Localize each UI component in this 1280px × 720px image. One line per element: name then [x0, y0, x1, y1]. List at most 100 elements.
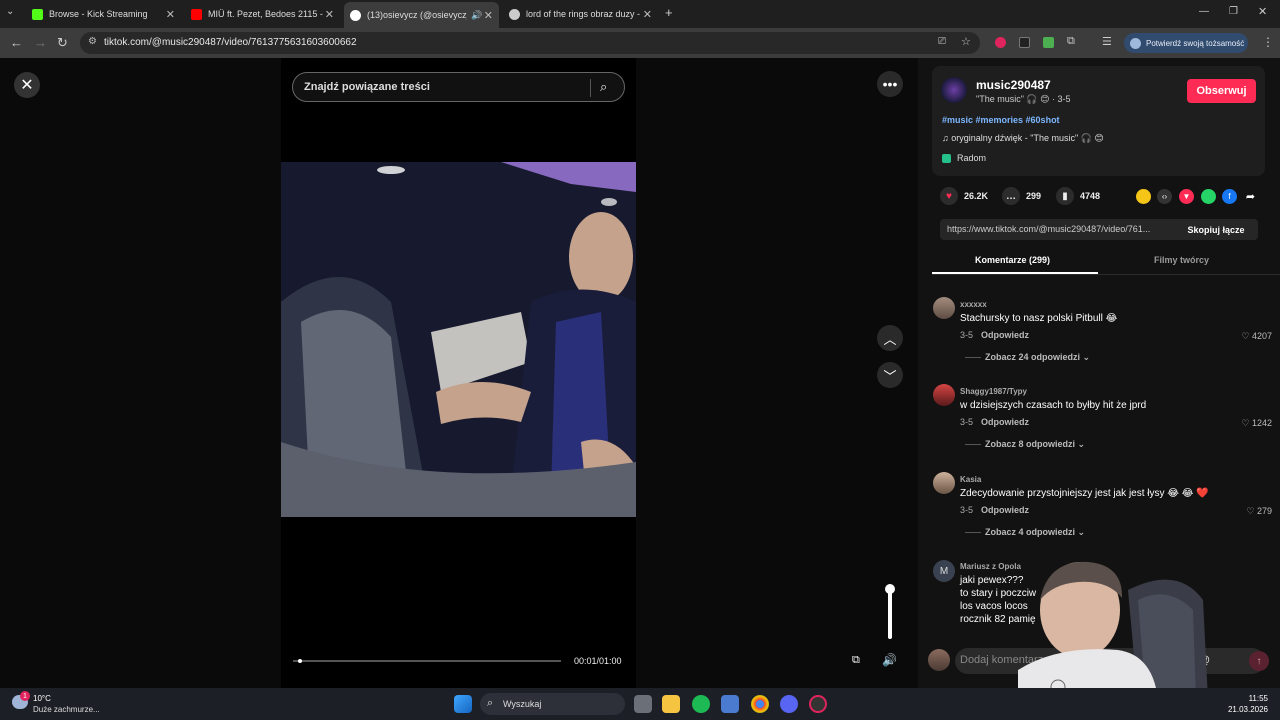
- coin-share-icon[interactable]: [1136, 189, 1151, 204]
- chevron-down-icon[interactable]: ﹀: [877, 362, 903, 388]
- webcam-overlay: [1018, 560, 1218, 700]
- extension-icon[interactable]: [995, 37, 1006, 48]
- reply-button[interactable]: Odpowiedz: [981, 417, 1029, 427]
- facebook-icon[interactable]: f: [1222, 189, 1237, 204]
- comment-avatar[interactable]: [933, 472, 955, 494]
- share-url[interactable]: https://www.tiktok.com/@music290487/vide…: [947, 224, 1172, 234]
- video-frame[interactable]: [281, 162, 636, 517]
- creator-username[interactable]: music290487: [976, 78, 1051, 92]
- comment-avatar[interactable]: [933, 384, 955, 406]
- follow-button[interactable]: Obserwuj: [1187, 79, 1256, 103]
- extension-icon[interactable]: [1043, 37, 1054, 48]
- save-button[interactable]: ▮ 4748: [1056, 187, 1100, 205]
- hashtags[interactable]: #music #memories #60shot: [942, 115, 1060, 125]
- repost-icon[interactable]: ▼: [1179, 189, 1194, 204]
- clock-date[interactable]: 21.03.2026: [1226, 705, 1268, 714]
- comment-button[interactable]: … 299: [1002, 187, 1041, 205]
- google-icon: [509, 8, 520, 20]
- clock-time[interactable]: 11:55: [1240, 694, 1268, 703]
- tab-youtube[interactable]: MIÜ ft. Pezet, Bedoes 2115 - far ✕: [185, 4, 340, 24]
- taskbar-search[interactable]: [480, 693, 625, 715]
- tab-search[interactable]: lord of the rings obraz duzy - S ✕: [503, 4, 658, 24]
- view-replies-button[interactable]: Zobacz 8 odpowiedzi ⌄: [965, 439, 1085, 450]
- maximize-icon[interactable]: ❐: [1229, 6, 1238, 17]
- comment-avatar[interactable]: [933, 297, 955, 319]
- pip-icon[interactable]: ⧉: [852, 654, 860, 667]
- reading-list-icon[interactable]: ☰: [1102, 35, 1112, 48]
- my-avatar[interactable]: [928, 649, 950, 671]
- send-icon[interactable]: ↑: [1249, 651, 1269, 671]
- volume-knob[interactable]: [885, 584, 895, 594]
- extensions-puzzle-icon[interactable]: ⧉: [1067, 35, 1075, 48]
- app-icon[interactable]: [809, 695, 827, 713]
- url-field[interactable]: ⚙ tiktok.com/@music290487/video/76137756…: [80, 32, 980, 54]
- search-icon: ⌕: [487, 697, 494, 709]
- tab-tiktok[interactable]: (13)osievycz (@osievycz_) | 🔊 ✕: [344, 2, 499, 28]
- like-button[interactable]: ♥ 26.2K: [940, 187, 988, 205]
- tab-comments[interactable]: Komentarze (299): [975, 255, 1050, 265]
- tab-list-icon[interactable]: ⌄: [6, 6, 14, 17]
- comment-username[interactable]: Mariusz z Opola: [960, 562, 1021, 571]
- location[interactable]: Radom: [942, 153, 986, 163]
- comment-meta: 3-5 Odpowiedz: [960, 330, 1029, 340]
- comment-like[interactable]: ♡ 4207: [1212, 331, 1272, 342]
- close-tab-icon[interactable]: ✕: [484, 9, 493, 22]
- share-arrow-icon[interactable]: ➦: [1243, 189, 1258, 204]
- comment-username[interactable]: Shaggy1987/Typy: [960, 387, 1027, 396]
- comment-username[interactable]: Kasia: [960, 475, 981, 484]
- reply-button[interactable]: Odpowiedz: [981, 505, 1029, 515]
- reload-icon[interactable]: ↻: [57, 35, 68, 51]
- view-replies-button[interactable]: Zobacz 24 odpowiedzi ⌄: [965, 352, 1090, 363]
- volume-icon[interactable]: 🔊: [882, 653, 897, 667]
- store-icon[interactable]: [721, 695, 739, 713]
- chrome-icon[interactable]: [751, 695, 769, 713]
- discord-icon[interactable]: [780, 695, 798, 713]
- close-tab-icon[interactable]: ✕: [325, 8, 334, 21]
- comment-avatar[interactable]: M: [933, 560, 955, 582]
- tab-kick[interactable]: Browse - Kick Streaming ✕: [26, 4, 181, 24]
- video-progress-bar[interactable]: [293, 659, 561, 663]
- comment-like[interactable]: ♡ 1242: [1212, 418, 1272, 429]
- windows-start-icon[interactable]: [454, 695, 472, 713]
- new-tab-icon[interactable]: +: [665, 5, 673, 20]
- save-count: 4748: [1080, 191, 1101, 201]
- comment-username[interactable]: xxxxxx: [960, 300, 987, 309]
- view-replies-button[interactable]: Zobacz 4 odpowiedzi ⌄: [965, 527, 1085, 538]
- kick-icon: [32, 8, 43, 20]
- site-info-icon[interactable]: ⚙: [88, 36, 97, 47]
- whatsapp-icon[interactable]: [1201, 189, 1216, 204]
- file-explorer-icon[interactable]: [662, 695, 680, 713]
- embed-icon[interactable]: ‹›: [1157, 189, 1172, 204]
- close-video-button[interactable]: ✕: [14, 72, 40, 98]
- forward-icon[interactable]: →: [34, 35, 47, 50]
- close-tab-icon[interactable]: ✕: [643, 8, 652, 21]
- back-icon[interactable]: ←: [10, 35, 23, 50]
- spotify-icon[interactable]: [692, 695, 710, 713]
- reply-button[interactable]: Odpowiedz: [981, 330, 1029, 340]
- more-options-icon[interactable]: •••: [877, 71, 903, 97]
- tab-title: Browse - Kick Streaming: [49, 9, 148, 19]
- tab-creator-videos[interactable]: Filmy twórcy: [1154, 255, 1209, 265]
- task-view-icon[interactable]: [634, 695, 652, 713]
- weather-description[interactable]: Duże zachmurze...: [33, 705, 100, 714]
- menu-kebab-icon[interactable]: ⋮: [1262, 35, 1274, 49]
- chevron-up-icon[interactable]: ︿: [877, 325, 903, 351]
- youtube-icon: [191, 8, 202, 20]
- speaker-icon[interactable]: 🔊: [471, 10, 482, 21]
- extension-icon[interactable]: [1019, 37, 1030, 48]
- notification-badge: 1: [20, 691, 30, 701]
- search-icon[interactable]: ⌕: [600, 79, 607, 95]
- copy-link-button[interactable]: Skopiuj łącze: [1176, 219, 1256, 240]
- comment-text: Zdecydowanie przystojniejszy jest jak je…: [960, 488, 1209, 499]
- cast-icon[interactable]: ⎚: [938, 36, 946, 47]
- creator-avatar[interactable]: [941, 77, 967, 103]
- verify-identity-button[interactable]: Potwierdź swoją tożsamość: [1124, 33, 1248, 53]
- sound-link[interactable]: ♫ oryginalny dźwięk - "The music" 🎧 😊: [942, 133, 1104, 144]
- weather-temperature[interactable]: 10°C: [33, 694, 51, 703]
- comment-like[interactable]: ♡ 279: [1212, 506, 1272, 517]
- related-search-box[interactable]: Znajdź powiązane treści ⌕: [292, 72, 625, 102]
- close-tab-icon[interactable]: ✕: [166, 8, 175, 21]
- bookmark-star-icon[interactable]: ☆: [961, 35, 971, 48]
- close-window-icon[interactable]: ✕: [1258, 5, 1267, 18]
- minimize-icon[interactable]: —: [1199, 6, 1209, 17]
